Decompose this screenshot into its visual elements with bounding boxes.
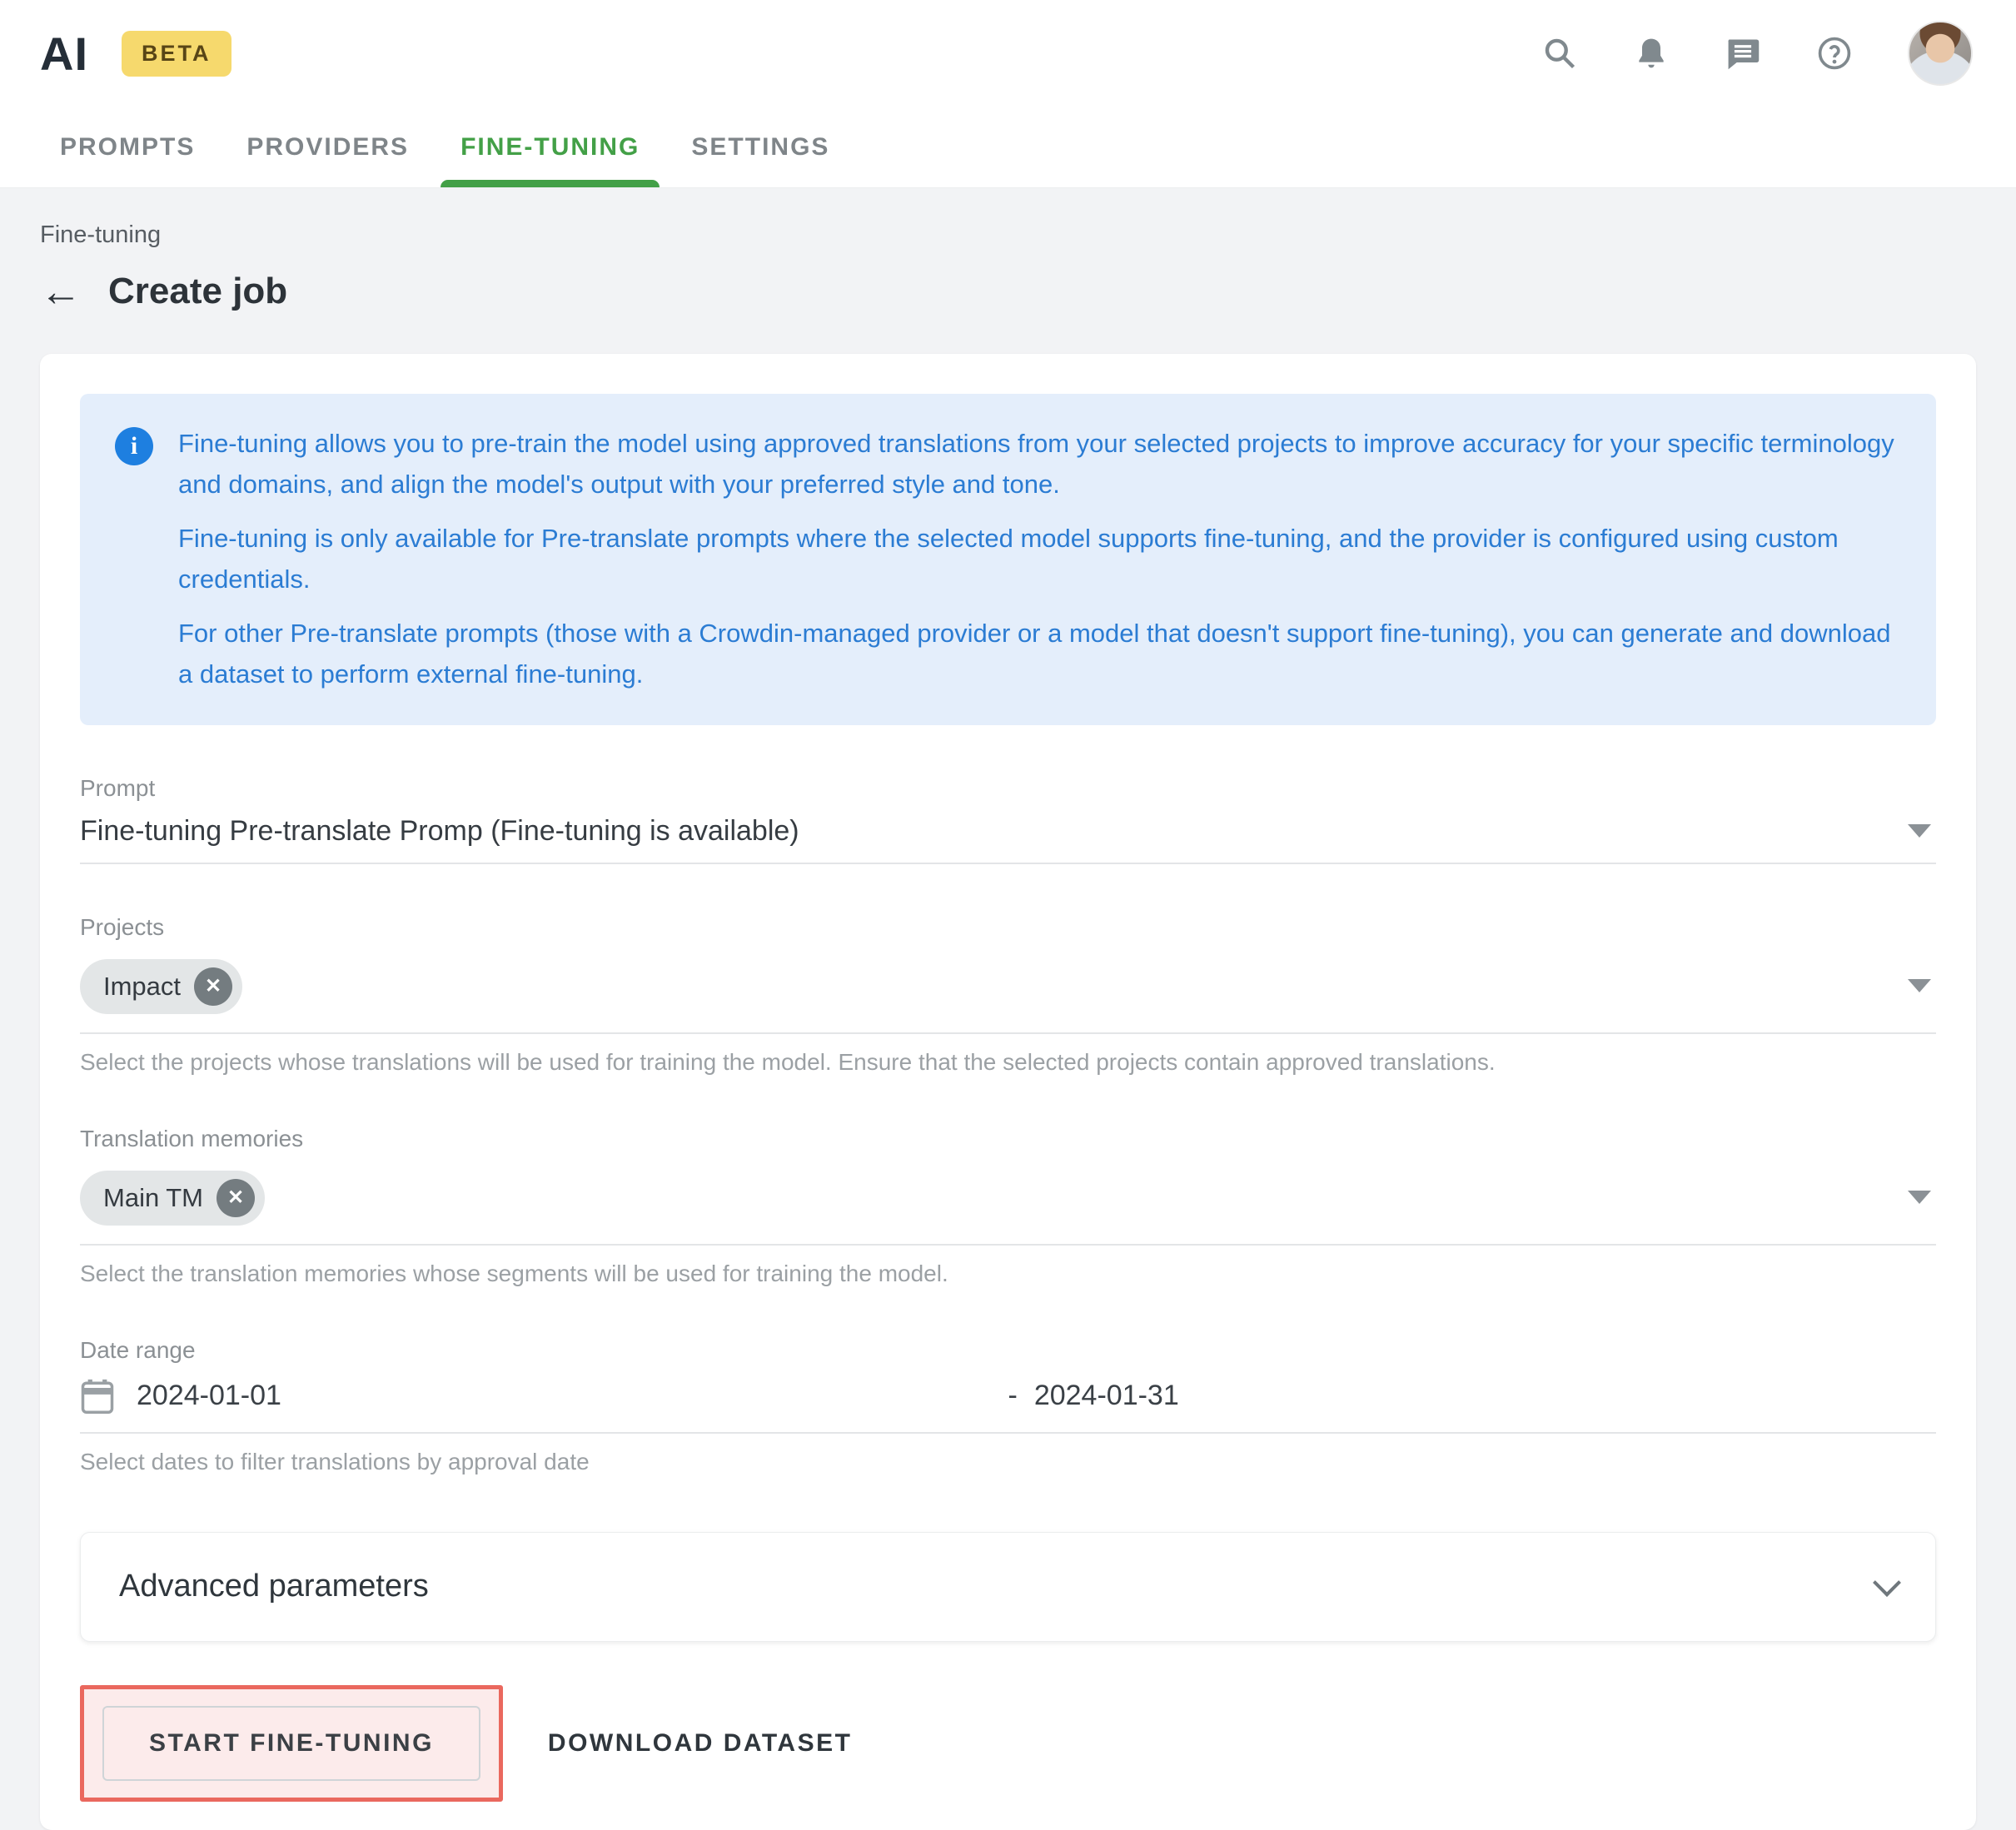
start-fine-tuning-button[interactable]: START FINE-TUNING bbox=[102, 1706, 480, 1781]
prompt-field: Prompt Fine-tuning Pre-translate Promp (… bbox=[80, 775, 1936, 864]
chevron-down-icon bbox=[1873, 1569, 1901, 1597]
back-arrow-icon[interactable]: ← bbox=[40, 271, 82, 312]
advanced-parameters-accordion[interactable]: Advanced parameters bbox=[80, 1532, 1936, 1642]
prompt-label: Prompt bbox=[80, 775, 1936, 802]
projects-helper: Select the projects whose translations w… bbox=[80, 1049, 1936, 1076]
title-row: ← Create job bbox=[40, 271, 1976, 312]
calendar-icon bbox=[80, 1377, 115, 1415]
translation-memories-label: Translation memories bbox=[80, 1126, 1936, 1152]
date-start-input[interactable]: 2024-01-01 bbox=[80, 1377, 1008, 1415]
help-icon[interactable] bbox=[1816, 35, 1853, 72]
project-chip: Impact ✕ bbox=[80, 959, 242, 1014]
tab-providers[interactable]: PROVIDERS bbox=[226, 107, 429, 187]
date-range-helper: Select dates to filter translations by a… bbox=[80, 1449, 1936, 1475]
projects-label: Projects bbox=[80, 914, 1936, 941]
info-paragraph: Fine-tuning is only available for Pre-tr… bbox=[178, 519, 1901, 600]
chevron-down-icon bbox=[1908, 979, 1931, 992]
info-banner-text: Fine-tuning allows you to pre-train the … bbox=[178, 424, 1901, 695]
translation-memories-select[interactable]: Main TM ✕ bbox=[80, 1166, 1936, 1246]
chevron-down-icon bbox=[1908, 1191, 1931, 1204]
app-logo: AI bbox=[40, 27, 88, 81]
projects-select[interactable]: Impact ✕ bbox=[80, 954, 1936, 1034]
download-dataset-button[interactable]: DOWNLOAD DATASET bbox=[548, 1729, 853, 1758]
bell-icon[interactable] bbox=[1633, 35, 1670, 72]
date-range-label: Date range bbox=[80, 1337, 1936, 1364]
date-separator: - bbox=[1008, 1380, 1018, 1412]
prompt-value: Fine-tuning Pre-translate Promp (Fine-tu… bbox=[80, 815, 799, 848]
tm-chip: Main TM ✕ bbox=[80, 1171, 265, 1226]
tab-prompts[interactable]: PROMPTS bbox=[40, 107, 215, 187]
date-end-value: 2024-01-31 bbox=[1034, 1380, 1179, 1412]
date-row: 2024-01-01 - 2024-01-31 bbox=[80, 1377, 1936, 1415]
info-banner: i Fine-tuning allows you to pre-train th… bbox=[80, 394, 1936, 725]
remove-tm-icon[interactable]: ✕ bbox=[217, 1179, 255, 1217]
topbar-icons bbox=[1541, 21, 1973, 86]
info-icon: i bbox=[115, 427, 153, 465]
projects-field: Projects Impact ✕ Select the projects wh… bbox=[80, 914, 1936, 1076]
remove-project-icon[interactable]: ✕ bbox=[194, 967, 232, 1006]
tab-bar: PROMPTS PROVIDERS FINE-TUNING SETTINGS bbox=[0, 107, 2016, 188]
info-paragraph: For other Pre-translate prompts (those w… bbox=[178, 614, 1901, 695]
project-chip-label: Impact bbox=[103, 972, 181, 1002]
search-icon[interactable] bbox=[1541, 35, 1578, 72]
tab-fine-tuning[interactable]: FINE-TUNING bbox=[441, 107, 660, 187]
date-range-field: Date range 2024-01-01 bbox=[80, 1337, 1936, 1475]
beta-badge: BETA bbox=[122, 31, 231, 77]
date-end-input[interactable]: - 2024-01-31 bbox=[1008, 1380, 1179, 1412]
click-target-highlight: START FINE-TUNING bbox=[80, 1685, 503, 1802]
breadcrumb: Fine-tuning bbox=[40, 221, 1976, 249]
info-paragraph: Fine-tuning allows you to pre-train the … bbox=[178, 424, 1901, 505]
tm-chip-label: Main TM bbox=[103, 1183, 203, 1213]
advanced-parameters-title: Advanced parameters bbox=[119, 1569, 429, 1604]
tab-settings[interactable]: SETTINGS bbox=[671, 107, 849, 187]
prompt-select[interactable]: Fine-tuning Pre-translate Promp (Fine-tu… bbox=[80, 815, 1936, 864]
actions-row: START FINE-TUNING DOWNLOAD DATASET bbox=[80, 1685, 1936, 1802]
date-start-value: 2024-01-01 bbox=[137, 1380, 281, 1412]
topbar: AI BETA bbox=[0, 0, 2016, 107]
chat-icon[interactable] bbox=[1725, 35, 1761, 72]
page-title: Create job bbox=[108, 271, 287, 312]
translation-memories-field: Translation memories Main TM ✕ Select th… bbox=[80, 1126, 1936, 1287]
main-content: Fine-tuning ← Create job i Fine-tuning a… bbox=[0, 221, 2016, 1830]
translation-memories-helper: Select the translation memories whose se… bbox=[80, 1261, 1936, 1287]
avatar[interactable] bbox=[1908, 21, 1973, 86]
date-range-control: 2024-01-01 - 2024-01-31 bbox=[80, 1377, 1936, 1434]
create-job-card: i Fine-tuning allows you to pre-train th… bbox=[40, 354, 1976, 1830]
chevron-down-icon bbox=[1908, 824, 1931, 838]
app-header: AI BETA bbox=[0, 0, 2016, 188]
